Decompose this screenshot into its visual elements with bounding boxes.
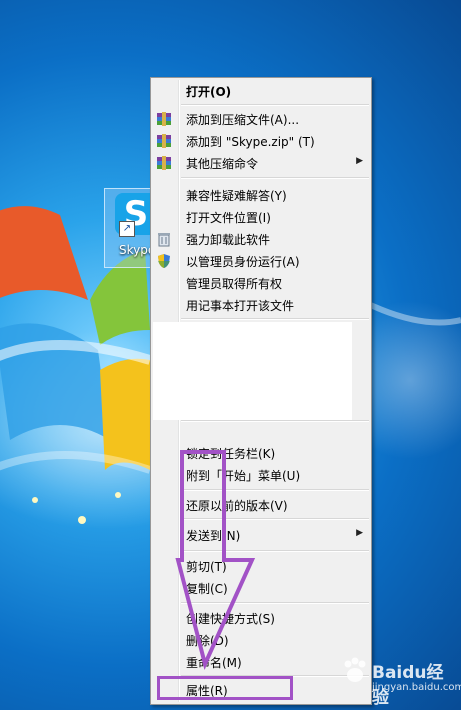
highlight-box <box>157 676 293 700</box>
annotation-arrow-icon <box>175 450 256 670</box>
watermark-url: jingyan.baidu.com <box>372 682 461 693</box>
baidu-paw-icon <box>344 657 366 682</box>
baidu-watermark: Baidu经验 jingyan.baidu.com <box>340 652 461 708</box>
